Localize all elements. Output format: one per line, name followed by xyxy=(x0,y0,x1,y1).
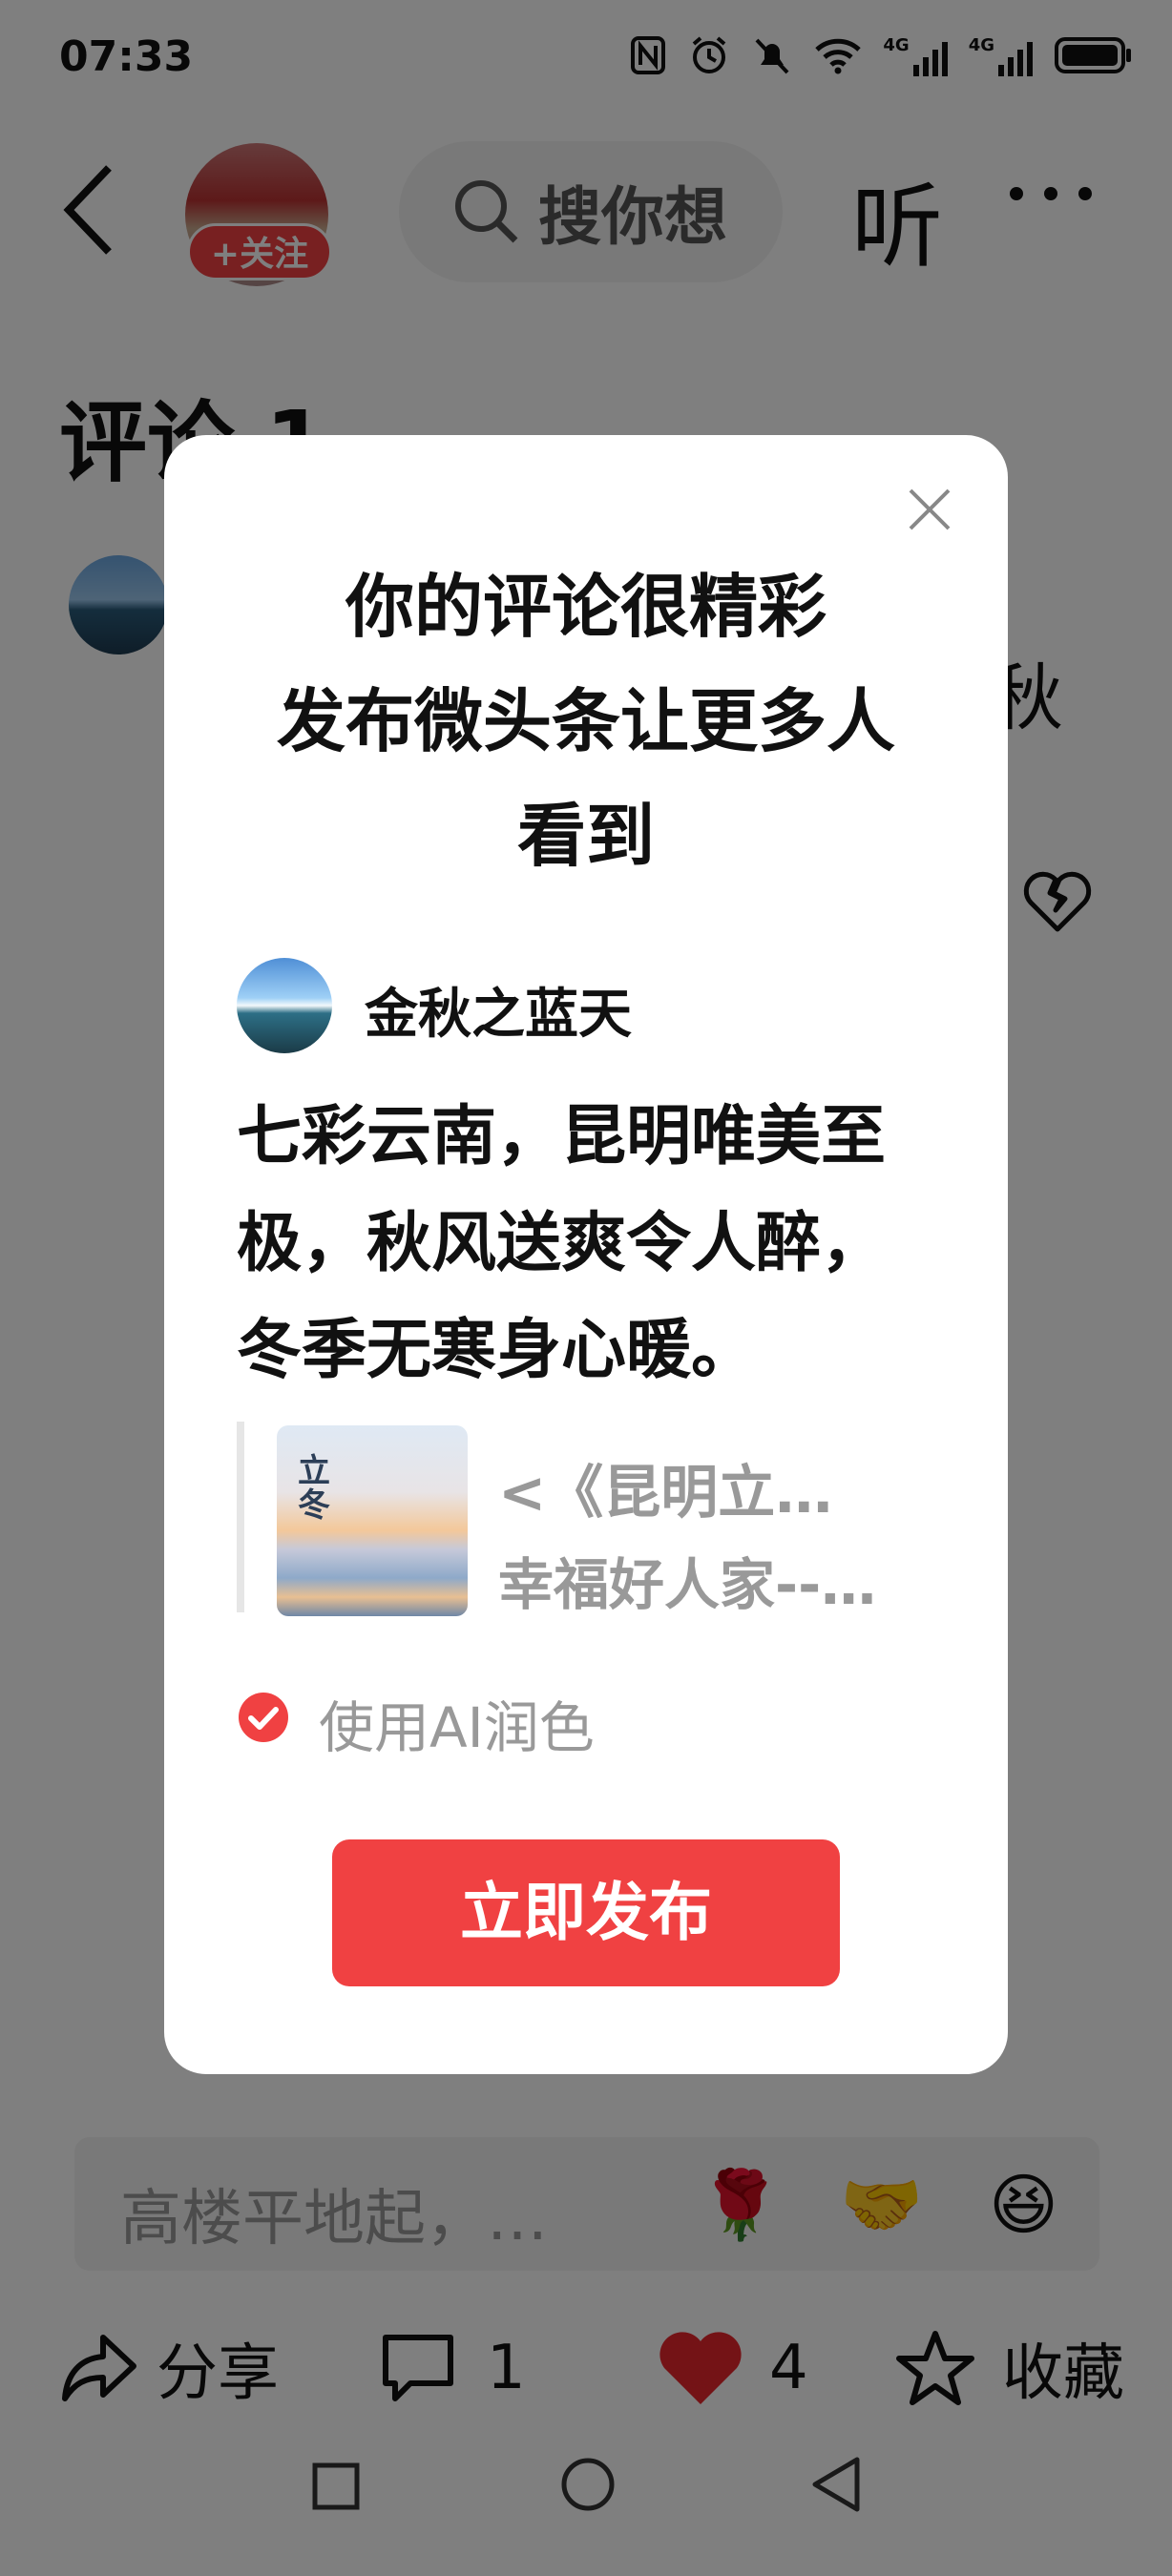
quoted-article-title: <《昆明立… xyxy=(498,1460,833,1527)
check-icon xyxy=(248,1707,279,1730)
comment-preview: 七彩云南，昆明唯美至 极，秋风送爽令人醉， 冬季无寒身心暖。 xyxy=(237,1099,887,1388)
ai-polish-checkbox[interactable] xyxy=(239,1693,288,1742)
close-button[interactable] xyxy=(907,487,952,532)
publish-modal: 你的评论很精彩 发布微头条让更多人 看到 金秋之蓝天 七彩云南，昆明唯美至 极，… xyxy=(164,435,1008,2074)
thumbnail-text: 立冬 xyxy=(298,1452,330,1525)
username: 金秋之蓝天 xyxy=(365,984,632,1046)
quoted-article-source: 幸福好人家--… xyxy=(498,1552,877,1617)
quote-divider xyxy=(237,1422,244,1612)
ai-polish-label[interactable]: 使用AI润色 xyxy=(319,1683,595,1763)
modal-title: 你的评论很精彩 发布微头条让更多人 看到 xyxy=(276,567,895,876)
user-avatar xyxy=(237,958,332,1053)
close-icon xyxy=(909,488,951,530)
quoted-article-thumbnail: 立冬 xyxy=(277,1425,468,1616)
publish-now-button[interactable]: 立即发布 xyxy=(332,1839,840,1986)
